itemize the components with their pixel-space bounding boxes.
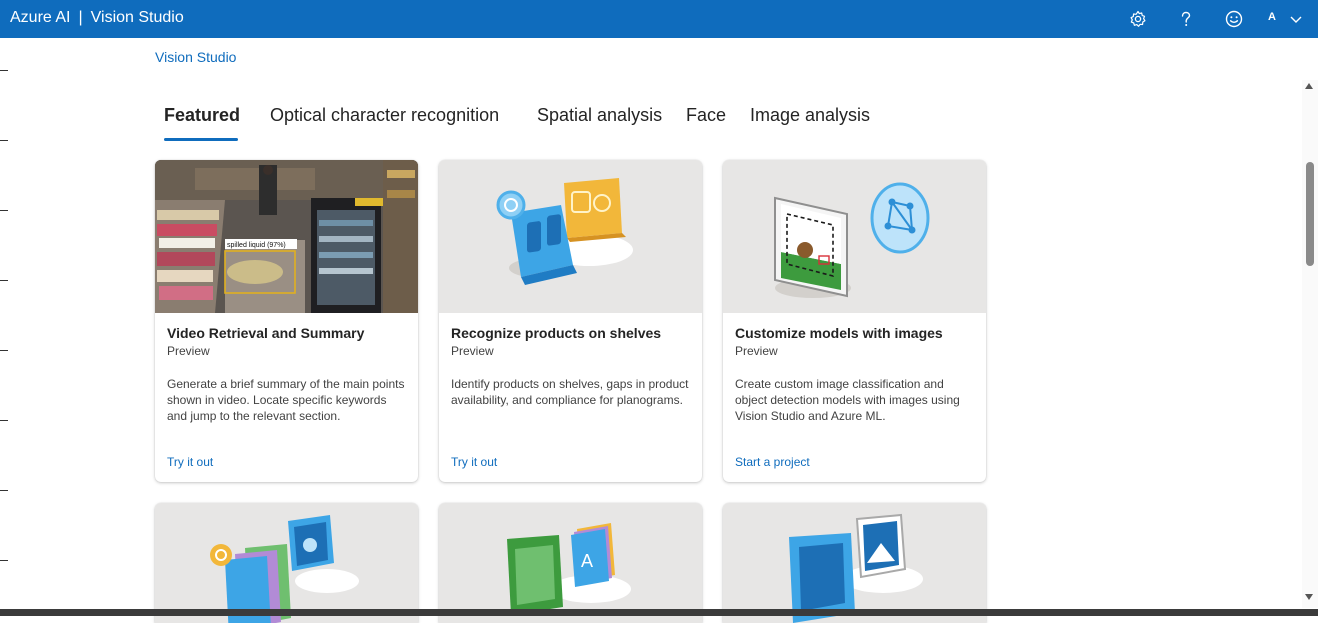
- card-title: Customize models with images: [735, 325, 943, 341]
- product-name: Vision Studio: [90, 9, 184, 26]
- scrollbar-thumb[interactable]: [1306, 162, 1314, 266]
- gear-icon[interactable]: [1126, 7, 1150, 31]
- card-title: Video Retrieval and Summary: [167, 325, 365, 341]
- products-illustration: [439, 160, 702, 313]
- feedback-smiley-icon[interactable]: [1222, 7, 1246, 31]
- preview-badge: Preview: [451, 344, 494, 358]
- tab-face[interactable]: Face: [686, 105, 726, 126]
- edge-tick: [0, 140, 8, 141]
- card-description: Generate a brief summary of the main poi…: [167, 377, 405, 423]
- brand-separator: |: [78, 9, 83, 26]
- top-bar: Azure AI | Vision Studio A: [0, 0, 1318, 38]
- tab-featured[interactable]: Featured: [164, 105, 240, 126]
- scroll-up-arrow-icon[interactable]: [1305, 83, 1313, 89]
- app-brand[interactable]: Azure AI | Vision Studio: [10, 9, 184, 27]
- edge-tick: [0, 490, 8, 491]
- edge-tick: [0, 420, 8, 421]
- scroll-down-arrow-icon[interactable]: [1305, 594, 1313, 600]
- try-it-out-link[interactable]: Try it out: [451, 455, 497, 469]
- tab-optical-character-recognition[interactable]: Optical character recognition: [270, 105, 499, 126]
- ocr-illustration: A: [439, 503, 702, 623]
- help-icon[interactable]: [1174, 7, 1198, 31]
- tab-spatial-analysis[interactable]: Spatial analysis: [537, 105, 662, 126]
- card-recognize-products[interactable]: Recognize products on shelves Preview Id…: [439, 160, 702, 482]
- bottom-edge-bar: [0, 609, 1318, 616]
- card-description: Create custom image classification and o…: [735, 377, 960, 423]
- edge-tick: [0, 350, 8, 351]
- edge-tick: [0, 210, 8, 211]
- tab-image-analysis[interactable]: Image analysis: [750, 105, 870, 126]
- try-it-out-link[interactable]: Try it out: [167, 455, 213, 469]
- card-video-retrieval[interactable]: spilled liquid (97%) Video Retrieval and…: [155, 160, 418, 482]
- edge-tick: [0, 280, 8, 281]
- svg-text:A: A: [581, 551, 593, 571]
- card-row2-3[interactable]: [723, 503, 986, 623]
- active-tab-indicator: [164, 138, 238, 141]
- start-project-link[interactable]: Start a project: [735, 455, 810, 469]
- detection-label: spilled liquid (97%): [227, 242, 286, 249]
- store-video-thumbnail: spilled liquid (97%): [155, 160, 418, 313]
- image-analysis-illustration: [155, 503, 418, 623]
- left-edge-ticks: [0, 38, 10, 616]
- brand-name: Azure AI: [10, 9, 71, 26]
- card-row2-1[interactable]: [155, 503, 418, 623]
- chevron-down-icon[interactable]: [1284, 7, 1308, 31]
- gallery-illustration: [723, 503, 986, 623]
- card-description: Identify products on shelves, gaps in pr…: [451, 377, 689, 407]
- edge-tick: [0, 560, 8, 561]
- card-title: Recognize products on shelves: [451, 325, 662, 341]
- card-row2-2[interactable]: A: [439, 503, 702, 623]
- account-avatar[interactable]: A: [1268, 11, 1276, 23]
- card-customize-models[interactable]: Customize models with images Preview Cre…: [723, 160, 986, 482]
- preview-badge: Preview: [735, 344, 778, 358]
- custom-model-illustration: [723, 160, 986, 313]
- edge-tick: [0, 70, 8, 71]
- vertical-scrollbar[interactable]: [1302, 80, 1318, 608]
- preview-badge: Preview: [167, 344, 210, 358]
- breadcrumb[interactable]: Vision Studio: [155, 49, 236, 65]
